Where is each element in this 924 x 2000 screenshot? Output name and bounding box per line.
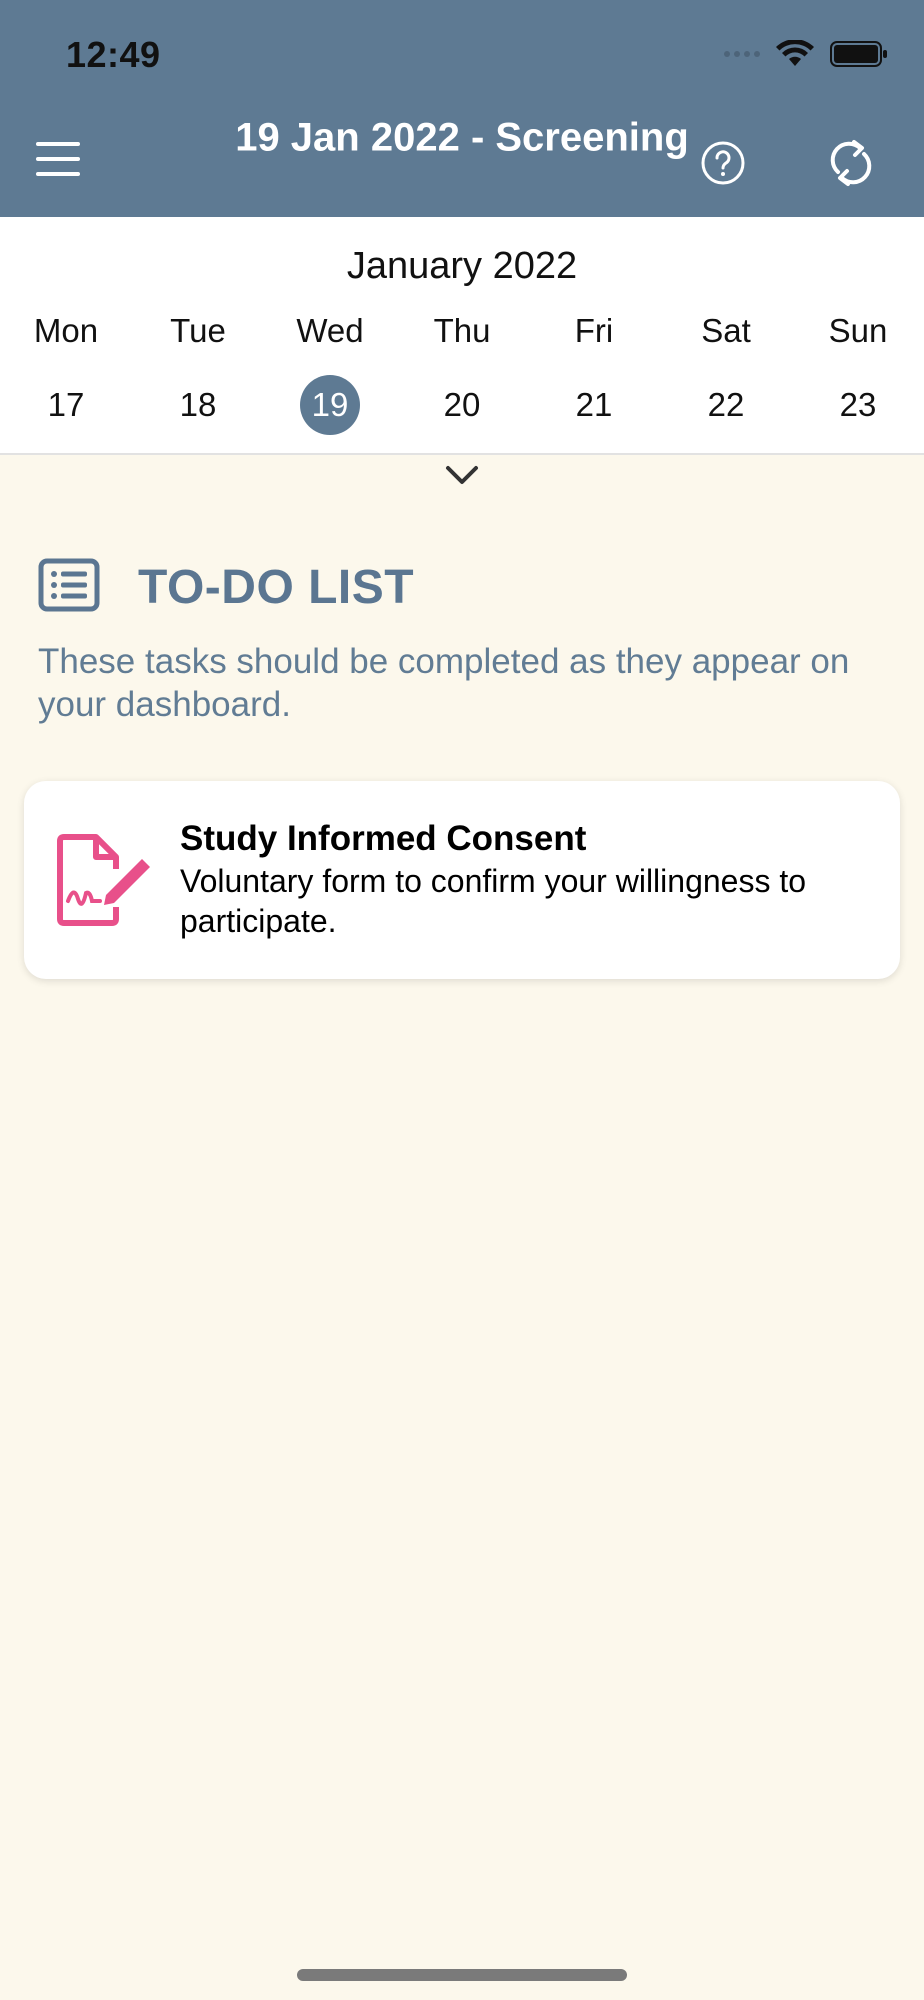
- list-icon: [38, 558, 100, 612]
- status-time: 12:49: [66, 34, 161, 75]
- calendar-month: January 2022: [346, 245, 578, 287]
- date-cell-22[interactable]: 22: [660, 375, 792, 435]
- app-header: 12:49 19 Jan 2022 - Screening: [0, 0, 924, 217]
- date-cell-18[interactable]: 18: [132, 375, 264, 435]
- date-row: 17 18 19 20 21 22 23: [0, 375, 924, 435]
- weekday-label: Tue: [170, 312, 226, 349]
- weekday-label: Fri: [574, 312, 614, 349]
- home-indicator[interactable]: [297, 1969, 627, 1981]
- signed-document-icon: [57, 834, 150, 926]
- date-cell-20[interactable]: 20: [396, 375, 528, 435]
- date-cell-17[interactable]: 17: [0, 375, 132, 435]
- weekday-label: Thu: [433, 312, 491, 349]
- task-description: Voluntary form to confirm your willingne…: [180, 863, 807, 939]
- sync-icon[interactable]: [824, 136, 878, 190]
- weekday-label: Sun: [828, 312, 888, 349]
- date-cell-23[interactable]: 23: [792, 375, 924, 435]
- todo-description: These tasks should be completed as they …: [38, 642, 850, 724]
- task-card-informed-consent[interactable]: Study Informed Consent Voluntary form to…: [24, 781, 900, 979]
- weekday-label: Sat: [701, 312, 751, 349]
- wifi-icon: [776, 40, 814, 66]
- todo-title: TO-DO LIST: [138, 561, 415, 614]
- chevron-down-icon[interactable]: [444, 462, 480, 488]
- weekday-label: Mon: [33, 312, 99, 349]
- date-cell-21[interactable]: 21: [528, 375, 660, 435]
- status-icons: [724, 40, 888, 68]
- week-calendar: January 2022 Mon Tue Wed Thu Fri Sat Sun…: [0, 217, 924, 455]
- signal-icon: [724, 51, 760, 57]
- date-cell-19-selected[interactable]: 19: [264, 375, 396, 435]
- help-icon[interactable]: [700, 140, 746, 186]
- page-title: 19 Jan 2022 - Screening: [235, 115, 689, 160]
- battery-icon: [830, 41, 887, 67]
- task-title: Study Informed Consent: [180, 819, 587, 858]
- weekday-label: Wed: [296, 312, 364, 349]
- weekday-row: Mon Tue Wed Thu Fri Sat Sun: [0, 312, 924, 350]
